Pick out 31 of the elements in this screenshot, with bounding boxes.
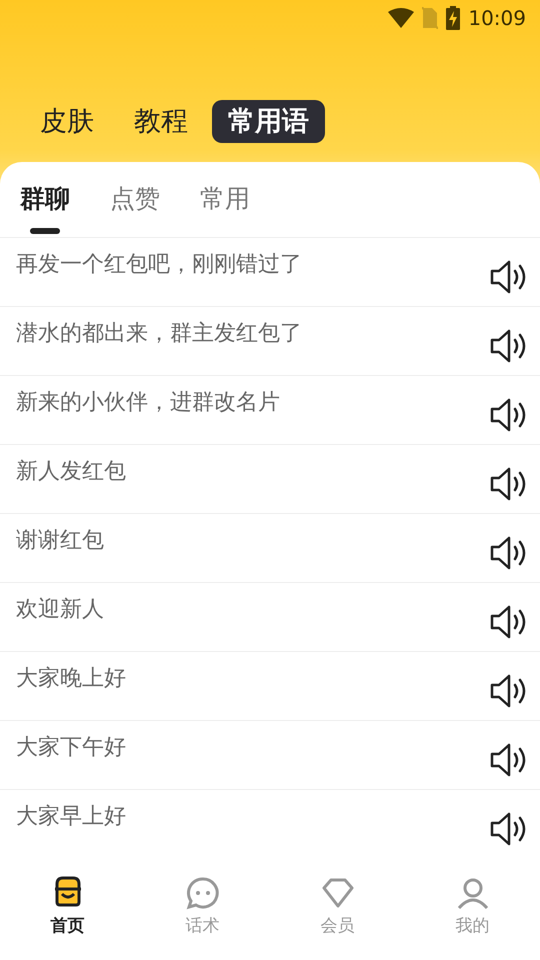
category-tab[interactable]: 教程 bbox=[118, 100, 204, 144]
speaker-icon[interactable] bbox=[490, 605, 528, 639]
diamond-icon bbox=[320, 876, 356, 910]
sub-tab[interactable]: 点赞 bbox=[98, 162, 172, 218]
phrase-text: 大家下午好 bbox=[16, 734, 126, 762]
speaker-icon[interactable] bbox=[490, 536, 528, 570]
speaker-icon[interactable] bbox=[490, 743, 528, 777]
phrase-text: 新来的小伙伴，进群改名片 bbox=[16, 389, 280, 417]
phrase-text: 大家早上好 bbox=[16, 803, 126, 831]
sub-tab[interactable]: 群聊 bbox=[8, 162, 82, 218]
phrase-text: 欢迎新人 bbox=[16, 596, 104, 624]
speaker-icon[interactable] bbox=[490, 467, 528, 501]
speaker-icon[interactable] bbox=[490, 674, 528, 708]
phrase-text: 潜水的都出来，群主发红包了 bbox=[16, 320, 302, 348]
sub-tab[interactable]: 常用 bbox=[188, 162, 262, 218]
wifi-icon bbox=[388, 8, 414, 28]
category-tab[interactable]: 常用语 bbox=[212, 100, 325, 144]
speaker-icon[interactable] bbox=[490, 812, 528, 846]
speaker-icon[interactable] bbox=[490, 260, 528, 294]
category-tab[interactable]: 皮肤 bbox=[24, 100, 110, 144]
speaker-icon[interactable] bbox=[490, 398, 528, 432]
battery-icon bbox=[446, 6, 460, 30]
phrase-text: 谢谢红包 bbox=[16, 527, 104, 555]
phrase-text: 大家晚上好 bbox=[16, 665, 126, 693]
phrase-text: 再发一个红包吧，刚刚错过了 bbox=[16, 251, 302, 279]
no-sim-icon bbox=[422, 7, 438, 29]
status-time: 10:09 bbox=[468, 5, 526, 32]
nav-tab[interactable]: 首页 bbox=[0, 860, 135, 960]
phrase-text: 新人发红包 bbox=[16, 458, 126, 486]
speaker-icon[interactable] bbox=[490, 329, 528, 363]
chat-bubble-icon bbox=[184, 876, 220, 910]
